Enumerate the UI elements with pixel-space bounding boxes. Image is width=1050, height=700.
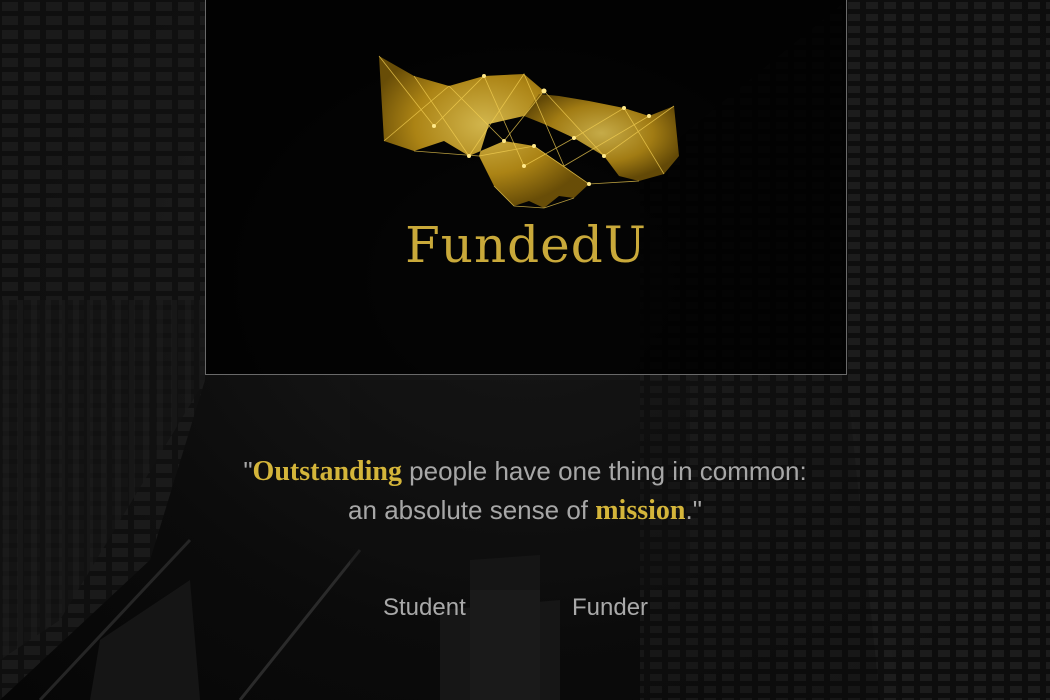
quote-highlight-outstanding: Outstanding xyxy=(252,456,402,487)
mission-quote: "Outstanding people have one thing in co… xyxy=(125,452,925,530)
quote-highlight-mission: mission xyxy=(595,495,686,526)
quote-open-mark: " xyxy=(243,456,253,486)
quote-close-mark: ." xyxy=(685,495,702,525)
landing-page: FundedU "Outstanding people have one thi… xyxy=(0,0,1050,700)
hero-logo-panel: FundedU xyxy=(205,0,847,375)
brand-title: FundedU xyxy=(405,216,647,274)
handshake-icon xyxy=(378,55,679,209)
funder-link[interactable]: Funder xyxy=(572,594,648,622)
quote-line-2: an absolute sense of xyxy=(348,495,596,525)
role-selection-nav: Student Funder xyxy=(0,594,1050,628)
quote-line-1: people have one thing in common: xyxy=(401,456,807,486)
student-link[interactable]: Student xyxy=(383,594,466,622)
